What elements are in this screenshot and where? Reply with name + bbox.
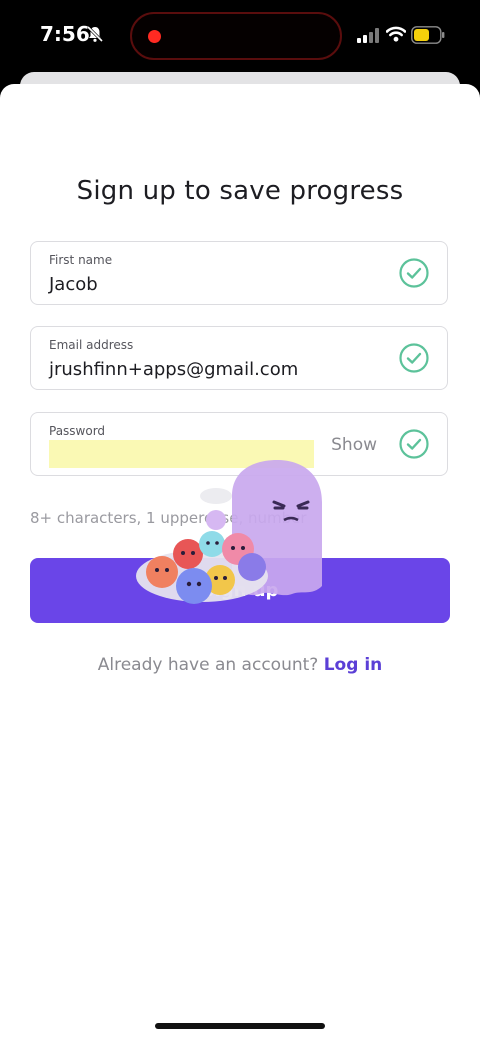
check-circle-icon bbox=[399, 343, 429, 373]
login-prompt-text: Already have an account? bbox=[97, 655, 319, 675]
dynamic-island bbox=[130, 12, 342, 60]
recording-indicator-icon bbox=[148, 30, 161, 43]
bell-slash-icon bbox=[86, 25, 104, 43]
wifi-icon bbox=[386, 26, 406, 42]
page-title: Sign up to save progress bbox=[76, 176, 404, 206]
check-circle-icon bbox=[399, 258, 429, 288]
email-value[interactable]: jrushfinn+apps@gmail.com bbox=[49, 359, 298, 380]
mascot-illustration bbox=[136, 460, 322, 604]
first-name-label: First name bbox=[49, 253, 113, 267]
show-password-button[interactable]: Show bbox=[331, 435, 377, 455]
first-name-value[interactable]: Jacob bbox=[49, 274, 98, 295]
status-time: 7:56 bbox=[40, 22, 90, 46]
first-name-field[interactable]: First name Jacob bbox=[30, 241, 448, 305]
battery-icon bbox=[411, 26, 445, 44]
password-label: Password bbox=[49, 424, 106, 438]
email-field[interactable]: Email address jrushfinn+apps@gmail.com bbox=[30, 326, 448, 390]
login-prompt: Already have an account? Log in bbox=[0, 655, 480, 675]
check-circle-icon bbox=[399, 429, 429, 459]
signal-icon bbox=[357, 28, 379, 43]
status-bar: 7:56 bbox=[0, 0, 480, 72]
email-label: Email address bbox=[49, 338, 134, 352]
log-in-link[interactable]: Log in bbox=[324, 655, 383, 675]
home-indicator[interactable] bbox=[155, 1023, 325, 1029]
